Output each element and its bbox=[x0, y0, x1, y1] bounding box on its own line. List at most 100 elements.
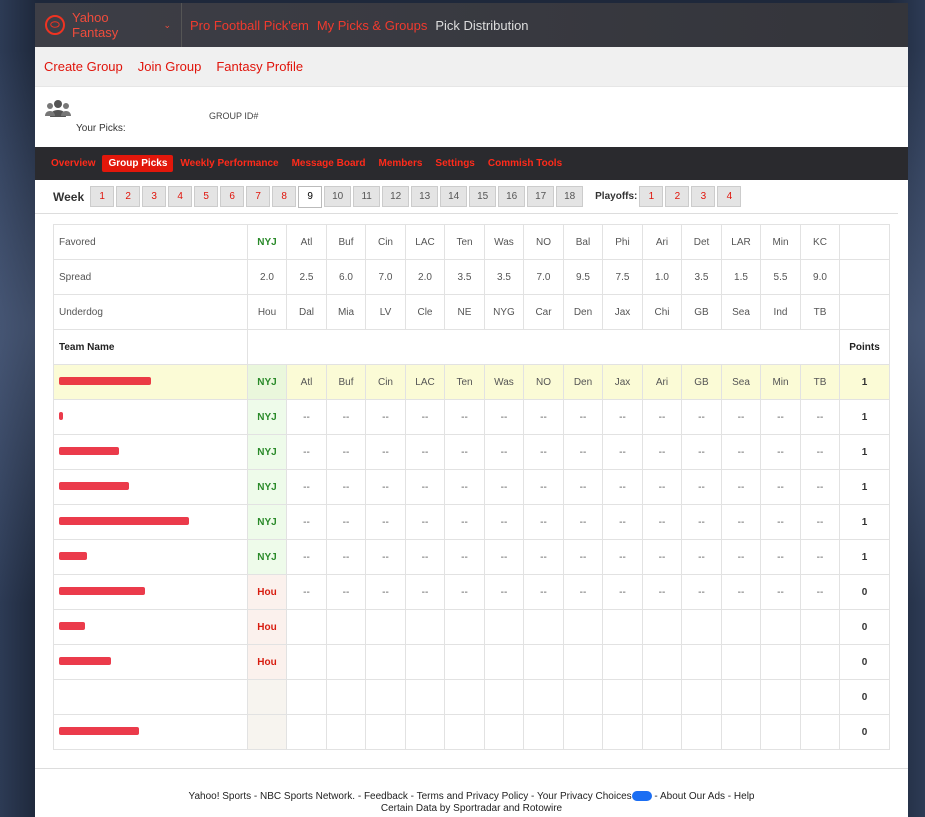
pick-cell: -- bbox=[286, 434, 327, 470]
week-button-9[interactable]: 9 bbox=[298, 185, 323, 208]
week-button-13[interactable]: 13 bbox=[411, 186, 439, 207]
team-name-cell[interactable] bbox=[53, 364, 248, 400]
pick-cell bbox=[800, 609, 840, 645]
spread-label: Spread bbox=[53, 259, 248, 295]
points-cell: 0 bbox=[839, 574, 890, 610]
pick-cell: -- bbox=[760, 574, 801, 610]
pick-cell: Hou bbox=[247, 574, 287, 610]
tab-group-picks[interactable]: Group Picks bbox=[102, 155, 174, 172]
pick-cell: -- bbox=[681, 539, 722, 575]
week-button-7[interactable]: 7 bbox=[246, 186, 271, 207]
tab-members[interactable]: Members bbox=[373, 155, 429, 172]
pick-cell: -- bbox=[760, 469, 801, 505]
pick-cell: -- bbox=[365, 574, 406, 610]
team-name-cell[interactable] bbox=[53, 714, 248, 750]
spread-cell: 1.0 bbox=[642, 259, 682, 295]
pick-cell: -- bbox=[326, 539, 366, 575]
team-name-cell[interactable] bbox=[53, 469, 248, 505]
team-header-row: Team Name Points bbox=[53, 329, 890, 365]
footer-links[interactable]: Yahoo! Sports - NBC Sports Network. - Fe… bbox=[189, 791, 632, 802]
pick-cell: -- bbox=[760, 399, 801, 435]
pick-cell: -- bbox=[681, 469, 722, 505]
pick-cell bbox=[681, 714, 722, 750]
tab-commish-tools[interactable]: Commish Tools bbox=[482, 155, 568, 172]
playoff-week-button-1[interactable]: 1 bbox=[639, 186, 664, 207]
week-button-1[interactable]: 1 bbox=[90, 186, 115, 207]
tab-overview[interactable]: Overview bbox=[45, 155, 101, 172]
favored-cell: LAC bbox=[405, 224, 445, 260]
points-cell: 0 bbox=[839, 609, 890, 645]
pick-cell bbox=[721, 644, 761, 680]
week-button-3[interactable]: 3 bbox=[142, 186, 167, 207]
pick-cell: -- bbox=[286, 469, 327, 505]
week-button-10[interactable]: 10 bbox=[324, 186, 352, 207]
team-name-cell[interactable] bbox=[53, 679, 248, 715]
pick-cell: -- bbox=[681, 504, 722, 540]
join-group-link[interactable]: Join Group bbox=[138, 59, 202, 74]
favored-cell: Min bbox=[760, 224, 801, 260]
tab-settings[interactable]: Settings bbox=[429, 155, 480, 172]
table-row: NYJ -- -- -- -- -- -- -- -- -- -- -- -- -- -- 1 bbox=[53, 539, 890, 575]
pick-cell bbox=[365, 609, 406, 645]
redacted-team-name bbox=[59, 376, 151, 385]
create-group-link[interactable]: Create Group bbox=[44, 59, 123, 74]
week-button-4[interactable]: 4 bbox=[168, 186, 193, 207]
week-button-6[interactable]: 6 bbox=[220, 186, 245, 207]
week-button-18[interactable]: 18 bbox=[556, 186, 584, 207]
pick-cell: -- bbox=[326, 574, 366, 610]
week-button-17[interactable]: 17 bbox=[527, 186, 555, 207]
week-button-14[interactable]: 14 bbox=[440, 186, 468, 207]
pick-cell bbox=[642, 609, 682, 645]
team-name-cell[interactable] bbox=[53, 644, 248, 680]
pick-cell: NYJ bbox=[247, 539, 287, 575]
week-button-12[interactable]: 12 bbox=[382, 186, 410, 207]
pick-cell bbox=[444, 609, 485, 645]
week-button-16[interactable]: 16 bbox=[498, 186, 526, 207]
pick-cell: NYJ bbox=[247, 364, 287, 400]
pick-cell: -- bbox=[721, 504, 761, 540]
team-name-cell[interactable] bbox=[53, 609, 248, 645]
team-name-cell[interactable] bbox=[53, 574, 248, 610]
pick-cell bbox=[484, 714, 524, 750]
underdog-cell: NE bbox=[444, 294, 485, 330]
pick-cell bbox=[760, 609, 801, 645]
week-button-8[interactable]: 8 bbox=[272, 186, 297, 207]
playoff-week-button-4[interactable]: 4 bbox=[717, 186, 742, 207]
pick-cell: GB bbox=[681, 364, 722, 400]
spread-cell: 7.0 bbox=[365, 259, 406, 295]
playoff-week-button-3[interactable]: 3 bbox=[691, 186, 716, 207]
week-button-2[interactable]: 2 bbox=[116, 186, 141, 207]
week-button-15[interactable]: 15 bbox=[469, 186, 497, 207]
week-button-5[interactable]: 5 bbox=[194, 186, 219, 207]
pick-cell bbox=[326, 609, 366, 645]
team-name-cell[interactable] bbox=[53, 434, 248, 470]
table-row: Hou 0 bbox=[53, 644, 890, 680]
team-name-cell[interactable] bbox=[53, 539, 248, 575]
nav-my-picks[interactable]: My Picks & Groups bbox=[317, 18, 428, 33]
week-button-11[interactable]: 11 bbox=[353, 186, 381, 207]
pick-cell: -- bbox=[523, 504, 564, 540]
pick-cell bbox=[681, 679, 722, 715]
team-name-cell[interactable] bbox=[53, 399, 248, 435]
nav-pickem[interactable]: Pro Football Pick'em bbox=[190, 18, 309, 33]
underdog-cell: Chi bbox=[642, 294, 682, 330]
fantasy-profile-link[interactable]: Fantasy Profile bbox=[216, 59, 303, 74]
tab-weekly-performance[interactable]: Weekly Performance bbox=[174, 155, 284, 172]
nav-pick-distribution[interactable]: Pick Distribution bbox=[435, 18, 528, 33]
playoff-week-button-2[interactable]: 2 bbox=[665, 186, 690, 207]
pick-cell bbox=[286, 714, 327, 750]
pick-cell: Atl bbox=[286, 364, 327, 400]
pick-cell bbox=[563, 679, 603, 715]
team-name-cell[interactable] bbox=[53, 504, 248, 540]
pick-cell bbox=[444, 679, 485, 715]
footer-links-2[interactable]: - About Our Ads - Help bbox=[652, 791, 754, 802]
points-cell: 0 bbox=[839, 644, 890, 680]
spread-cell: 9.5 bbox=[563, 259, 603, 295]
page-container: ⬭ Yahoo Fantasy ⌄ Pro Football Pick'em M… bbox=[35, 3, 908, 817]
tab-message-board[interactable]: Message Board bbox=[286, 155, 372, 172]
brand-menu[interactable]: ⬭ Yahoo Fantasy ⌄ bbox=[35, 3, 182, 47]
spread-cell: 5.5 bbox=[760, 259, 801, 295]
redacted-team-name bbox=[59, 516, 189, 525]
pick-cell: -- bbox=[800, 434, 840, 470]
pick-cell bbox=[602, 714, 643, 750]
